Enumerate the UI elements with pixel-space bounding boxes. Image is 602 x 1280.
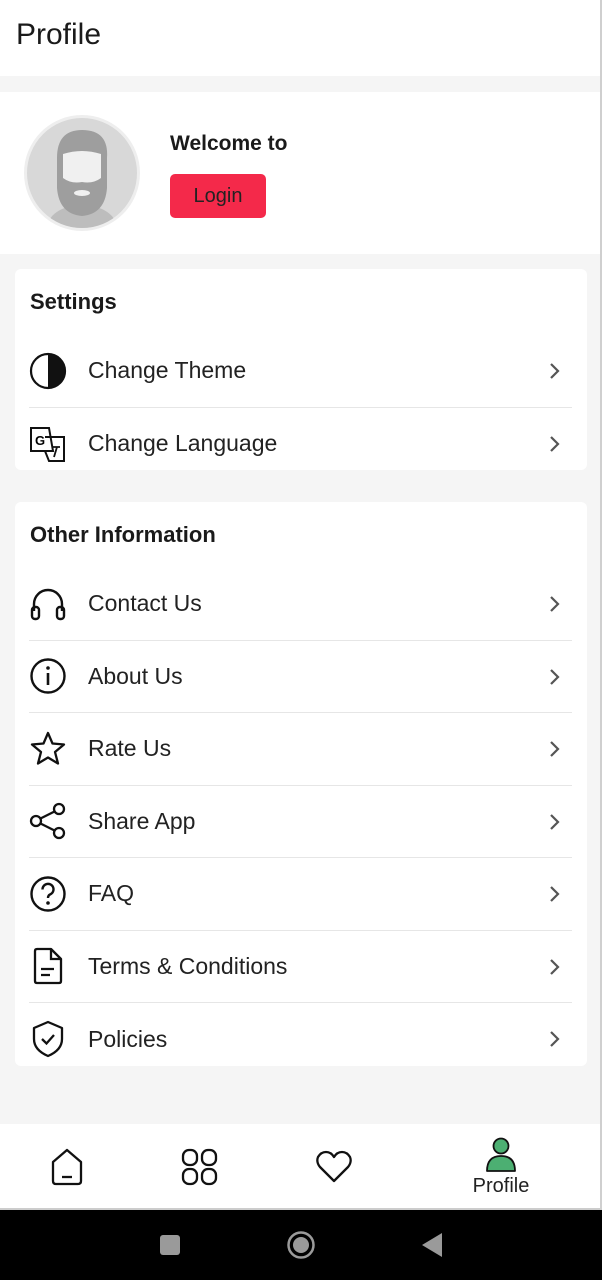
item-label: Change Theme: [88, 357, 247, 384]
settings-item-change-theme[interactable]: Change Theme: [29, 335, 572, 408]
other-item-about-us[interactable]: About Us: [29, 641, 572, 713]
settings-item-change-language[interactable]: G Change Language: [29, 408, 572, 481]
headset-icon: [30, 588, 66, 620]
recents-icon[interactable]: [159, 1234, 181, 1256]
other-item-terms-conditions[interactable]: Terms & Conditions: [29, 931, 572, 1003]
item-label: FAQ: [88, 880, 135, 907]
share-icon: [29, 803, 66, 840]
system-navigation-bar: [0, 1210, 602, 1280]
item-label: Policies: [88, 1025, 168, 1052]
profile-card: Welcome to Login: [0, 92, 600, 254]
app-header: Profile: [0, 0, 600, 76]
nav-categories[interactable]: [180, 1124, 220, 1210]
shield-check-icon: [32, 1021, 64, 1058]
other-item-policies[interactable]: Policies: [29, 1003, 572, 1076]
heart-icon: [316, 1150, 352, 1183]
person-icon: [486, 1137, 516, 1172]
home-button-icon[interactable]: [286, 1230, 316, 1260]
other-information-card: Other Information Contact Us About Us Ra…: [15, 502, 587, 1066]
other-item-rate-us[interactable]: Rate Us: [29, 713, 572, 786]
settings-card: Settings Change Theme G Change Language: [15, 269, 587, 470]
avatar: [24, 115, 140, 231]
chevron-right-icon: [548, 957, 562, 977]
chevron-right-icon: [548, 361, 562, 381]
welcome-text: Welcome to: [170, 132, 288, 155]
star-icon: [30, 731, 66, 765]
other-item-share-app[interactable]: Share App: [29, 786, 572, 858]
document-icon: [33, 948, 63, 985]
item-label: Terms & Conditions: [88, 952, 288, 979]
nav-profile-label: Profile: [472, 1174, 530, 1197]
chevron-right-icon: [548, 594, 562, 614]
item-label: Contact Us: [88, 590, 202, 617]
grid-icon: [181, 1148, 218, 1186]
theme-icon: [29, 352, 67, 389]
chevron-right-icon: [548, 1029, 562, 1049]
chevron-right-icon: [548, 812, 562, 832]
item-label: Share App: [88, 807, 196, 834]
translate-icon: G: [30, 426, 65, 462]
page-title: Profile: [16, 18, 102, 51]
login-button[interactable]: Login: [170, 174, 266, 218]
nav-profile[interactable]: Profile: [460, 1124, 542, 1210]
item-label: Rate Us: [88, 735, 172, 762]
other-item-faq[interactable]: FAQ: [29, 858, 572, 931]
other-item-contact-us[interactable]: Contact Us: [29, 568, 572, 641]
item-label: About Us: [88, 662, 183, 689]
settings-title: Settings: [30, 289, 117, 314]
chevron-right-icon: [548, 434, 562, 454]
chevron-right-icon: [548, 884, 562, 904]
svg-text:G: G: [35, 433, 45, 448]
nav-favorites[interactable]: [314, 1124, 354, 1210]
nav-home[interactable]: [47, 1124, 87, 1210]
home-icon: [51, 1148, 83, 1186]
bottom-navigation: Profile: [0, 1124, 600, 1210]
other-information-title: Other Information: [30, 522, 216, 547]
back-icon[interactable]: [420, 1232, 444, 1258]
item-label: Change Language: [88, 430, 278, 457]
question-icon: [30, 876, 66, 912]
chevron-right-icon: [548, 739, 562, 759]
info-icon: [30, 658, 66, 694]
chevron-right-icon: [548, 667, 562, 687]
